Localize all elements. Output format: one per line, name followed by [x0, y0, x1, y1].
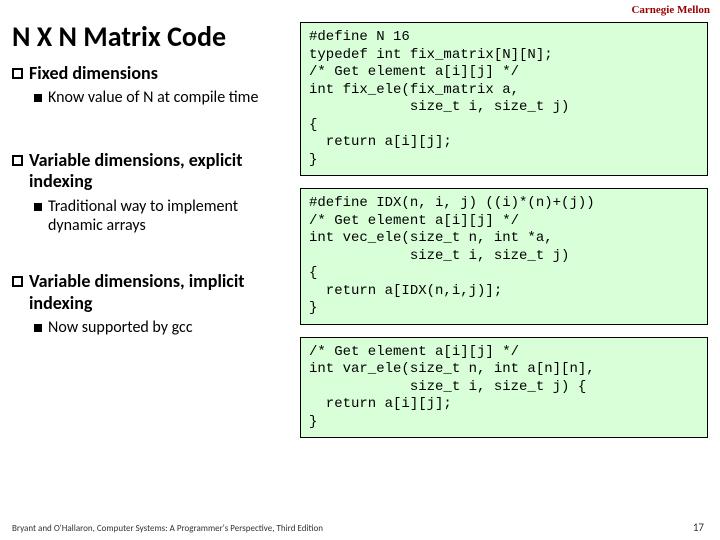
code-box-implicit: /* Get element a[i][j] */ int var_ele(si… [300, 337, 708, 439]
sub-item: Know value of N at compile time [34, 88, 292, 107]
sub-list: Know value of N at compile time [12, 88, 292, 107]
filled-square-icon [34, 94, 42, 102]
sub-list: Traditional way to implement dynamic arr… [12, 197, 292, 235]
bullet-item: Variable dimensions, implicit indexing N… [12, 271, 292, 337]
page-number: 17 [693, 521, 704, 534]
bullet-item: Fixed dimensions Know value of N at comp… [12, 63, 292, 108]
slide-title: N X N Matrix Code [12, 22, 292, 53]
sub-list: Now supported by gcc [12, 318, 292, 337]
square-bullet-icon [12, 155, 23, 166]
code-box-explicit: #define IDX(n, i, j) ((i)*(n)+(j)) /* Ge… [300, 188, 708, 325]
org-label: Carnegie Mellon [631, 4, 710, 16]
square-bullet-icon [12, 276, 23, 287]
code-box-fixed: #define N 16 typedef int fix_matrix[N][N… [300, 22, 708, 176]
sub-label: Traditional way to implement dynamic arr… [48, 197, 292, 235]
bullet-label: Variable dimensions, implicit indexing [29, 271, 292, 314]
sub-label: Know value of N at compile time [48, 88, 258, 107]
right-column: #define N 16 typedef int fix_matrix[N][N… [300, 22, 708, 492]
footer-citation: Bryant and O'Hallaron, Computer Systems:… [12, 523, 323, 534]
bullet-list: Fixed dimensions Know value of N at comp… [12, 63, 292, 338]
sub-item: Traditional way to implement dynamic arr… [34, 197, 292, 235]
sub-label: Now supported by gcc [48, 318, 193, 337]
left-column: N X N Matrix Code Fixed dimensions Know … [12, 22, 292, 492]
columns: N X N Matrix Code Fixed dimensions Know … [12, 22, 708, 492]
bullet-label: Fixed dimensions [29, 63, 158, 85]
filled-square-icon [34, 203, 42, 211]
filled-square-icon [34, 324, 42, 332]
bullet-item: Variable dimensions, explicit indexing T… [12, 150, 292, 236]
sub-item: Now supported by gcc [34, 318, 292, 337]
square-bullet-icon [12, 68, 23, 79]
bullet-label: Variable dimensions, explicit indexing [29, 150, 292, 193]
slide: Carnegie Mellon N X N Matrix Code Fixed … [0, 0, 720, 540]
